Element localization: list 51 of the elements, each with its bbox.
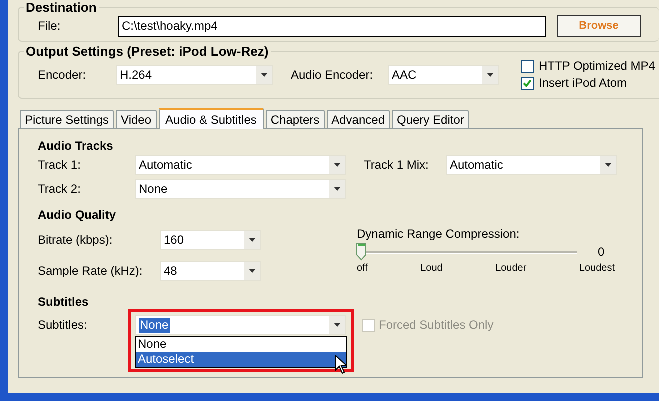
slider-thumb[interactable] [356,243,367,261]
subtitles-dropdown[interactable]: None [135,315,346,335]
caret-icon [334,163,340,167]
caret-icon [486,72,494,76]
encoder-label: Encoder: [38,68,88,82]
caret-icon [248,238,256,242]
track-dropdown[interactable]: Automatic [135,155,346,175]
checkbox-label: HTTP Optimized MP4 [539,59,656,73]
dropdown-option[interactable]: Autoselect [136,352,346,367]
section-heading: Audio Tracks [38,139,114,153]
file-label: File: [38,19,62,33]
caret-icon [604,163,612,167]
tab[interactable]: Picture Settings [20,110,114,128]
audio-encoder-dropdown[interactable]: AAC [388,64,499,84]
tick-label: off [357,263,368,274]
bitrate-dropdown[interactable]: 160 [160,230,261,250]
dropdown-option[interactable]: None [136,337,346,352]
checkbox-label: Insert iPod Atom [539,76,628,90]
track-label: Track 2: [38,182,82,196]
tick-label: Louder [496,263,527,274]
section-heading: Audio Quality [38,208,117,222]
mix-dropdown[interactable]: Automatic [446,155,617,175]
group-title: Destination [25,0,98,15]
bitrate-label: Bitrate (kbps): [38,233,114,247]
section-heading: Subtitles [38,295,90,309]
subtitles-label: Subtitles: [38,318,88,332]
caret-icon [334,323,340,327]
checkbox-label: Forced Subtitles Only [379,318,494,332]
sample-rate-dropdown[interactable]: 48 [160,261,261,281]
tab[interactable]: Advanced [326,110,390,128]
tab[interactable]: Video [116,110,157,128]
caret-icon [260,72,268,76]
track-dropdown[interactable]: None [135,179,346,199]
tab[interactable]: Query Editor [392,110,470,128]
encoder-dropdown[interactable]: H.264 [116,64,273,84]
checkbox[interactable] [521,76,534,90]
sample-rate-label: Sample Rate (kHz): [38,264,144,278]
audio-encoder-label: Audio Encoder: [291,68,374,82]
track-label: Track 1: [38,158,82,172]
file-path-field[interactable]: C:\test\hoaky.mp4 [118,16,546,36]
slider-label: Dynamic Range Compression: [357,227,520,241]
caret-icon [248,269,256,273]
checkbox[interactable] [521,60,534,72]
slider-value: 0 [598,245,605,259]
group-title: Output Settings (Preset: iPod Low-Rez) [25,44,270,59]
tab[interactable]: Audio & Subtitles [158,108,264,129]
mix-label: Track 1 Mix: [364,158,430,172]
tick-label: Loud [420,263,443,274]
tick-label: Loudest [579,263,615,274]
tab[interactable]: Chapters [266,110,325,128]
caret-icon [334,187,340,191]
